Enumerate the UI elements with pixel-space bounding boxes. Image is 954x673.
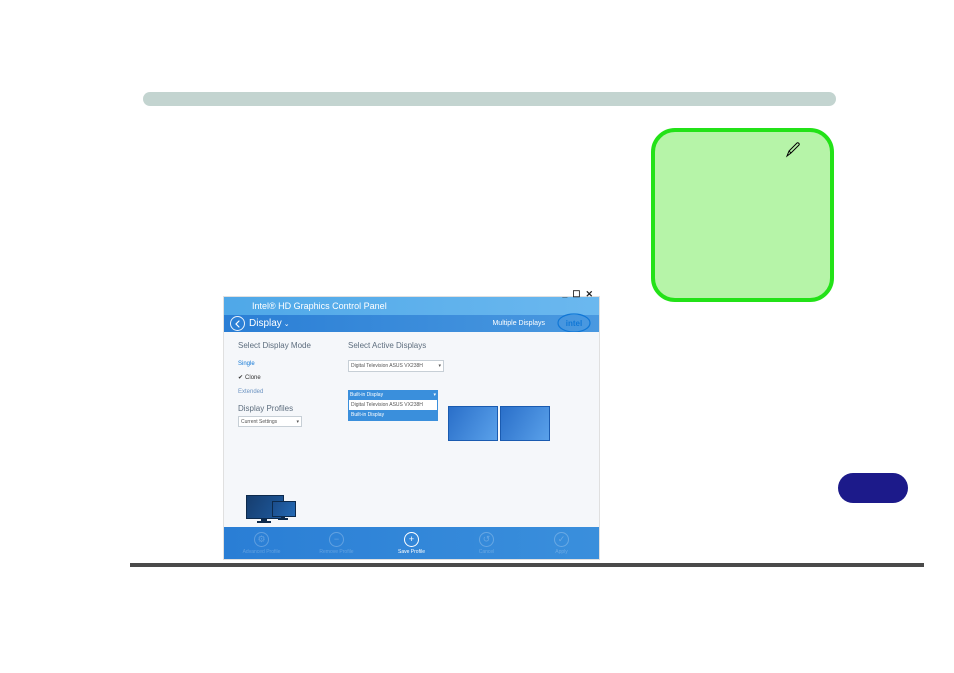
window-title: Intel® HD Graphics Control Panel (224, 301, 387, 311)
chevron-down-icon: ▾ (433, 392, 436, 398)
panel-content: Select Display Mode Select Active Displa… (224, 332, 599, 527)
mode-single[interactable]: Single (238, 358, 263, 370)
apply-label: Apply (555, 549, 568, 555)
advanced-profile-label: Advanced Profile (243, 549, 281, 555)
apply-button[interactable]: ✓ Apply (524, 527, 599, 559)
advanced-profile-button[interactable]: ⚙ Advanced Profile (224, 527, 299, 559)
dropdown-header-text: Built-in Display (350, 392, 383, 398)
back-icon[interactable] (230, 316, 245, 331)
section-subtitle: Multiple Displays (492, 320, 545, 327)
close-button[interactable]: ✕ (585, 289, 593, 300)
dropdown-selected[interactable]: Built-in Display ▾ (348, 390, 438, 400)
minimize-button[interactable]: _ (562, 289, 567, 300)
display-profile-value: Current Settings (241, 419, 277, 425)
intel-logo: intel (557, 312, 591, 334)
mode-extended[interactable]: Extended (238, 386, 263, 398)
cancel-label: Cancel (479, 549, 495, 555)
window-controls: _ ☐ ✕ (562, 289, 593, 300)
mode-clone[interactable]: Clone (238, 372, 263, 384)
select-active-displays-label: Select Active Displays (348, 341, 426, 350)
plus-icon: + (404, 532, 419, 547)
minus-icon: − (329, 532, 344, 547)
preview-monitor-1[interactable] (448, 406, 498, 441)
active-display-1-select[interactable]: Digital Television ASUS VX238H ▾ (348, 360, 444, 372)
monitors-icon (246, 495, 284, 519)
pen-icon (785, 142, 801, 163)
section-bar: Display ⌄ Multiple Displays intel (224, 315, 599, 332)
gear-icon: ⚙ (254, 532, 269, 547)
chevron-down-icon: ▾ (296, 419, 299, 425)
remove-profile-label: Remove Profile (319, 549, 353, 555)
display-arrangement-preview[interactable] (448, 406, 550, 441)
bottom-action-bar: ⚙ Advanced Profile − Remove Profile + Sa… (224, 527, 599, 559)
maximize-button[interactable]: ☐ (572, 289, 580, 300)
select-display-mode-label: Select Display Mode (238, 341, 311, 350)
cancel-button[interactable]: ↺ Cancel (449, 527, 524, 559)
dropdown-option-2[interactable]: Built-in Display (349, 410, 437, 420)
chevron-down-icon[interactable]: ⌄ (282, 320, 290, 328)
graphics-control-panel-window: Intel® HD Graphics Control Panel _ ☐ ✕ D… (223, 296, 600, 560)
active-display-1-value: Digital Television ASUS VX238H (351, 363, 423, 369)
check-icon: ✓ (554, 532, 569, 547)
remove-profile-button[interactable]: − Remove Profile (299, 527, 374, 559)
save-profile-label: Save Profile (398, 549, 425, 555)
sticky-note-box (651, 128, 834, 302)
section-title[interactable]: Display (245, 318, 282, 329)
window-titlebar: Intel® HD Graphics Control Panel _ ☐ ✕ (224, 297, 599, 315)
svg-text:intel: intel (566, 319, 582, 328)
decorative-grey-bar (143, 92, 836, 106)
display-mode-list: Single Clone Extended (238, 358, 263, 398)
preview-monitor-2[interactable] (500, 406, 550, 441)
display-profile-select[interactable]: Current Settings ▾ (238, 416, 302, 427)
dropdown-option-1[interactable]: Digital Television ASUS VX238H (349, 400, 437, 410)
display-profiles-label: Display Profiles (238, 404, 293, 413)
active-display-2-dropdown[interactable]: Built-in Display ▾ Digital Television AS… (348, 390, 438, 421)
cancel-icon: ↺ (479, 532, 494, 547)
dropdown-list: Digital Television ASUS VX238H Built-in … (348, 400, 438, 421)
decorative-dark-line (130, 563, 924, 567)
decorative-blue-pill (838, 473, 908, 503)
chevron-down-icon: ▾ (438, 363, 441, 369)
save-profile-button[interactable]: + Save Profile (374, 527, 449, 559)
